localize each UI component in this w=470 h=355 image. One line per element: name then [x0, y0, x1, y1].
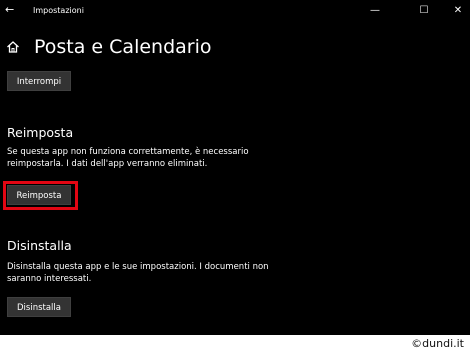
- watermark-credit: ©dundi.it: [411, 337, 464, 350]
- title-bar: ← Impostazioni — ☐ ✕: [0, 0, 470, 24]
- uninstall-button[interactable]: Disinstalla: [7, 297, 71, 317]
- reset-description-line2: reimpostarla. I dati dell'app verranno e…: [7, 159, 208, 169]
- page-title: Posta e Calendario: [34, 36, 212, 58]
- reset-description: Se questa app non funziona correttamente…: [7, 146, 292, 170]
- uninstall-description-line2: saranno interessati.: [7, 274, 92, 284]
- uninstall-description: Disinstalla questa app e le sue impostaz…: [7, 261, 292, 285]
- uninstall-heading: Disinstalla: [7, 238, 72, 253]
- reset-description-line1: Se questa app non funziona correttamente…: [7, 147, 249, 157]
- close-icon[interactable]: ✕: [446, 3, 470, 19]
- reset-heading: Reimposta: [7, 125, 74, 140]
- uninstall-description-line1: Disinstalla questa app e le sue impostaz…: [7, 262, 269, 272]
- window-title: Impostazioni: [33, 6, 84, 15]
- settings-window: ← Impostazioni — ☐ ✕ Posta e Calendario …: [0, 0, 470, 335]
- minimize-icon[interactable]: —: [363, 3, 387, 19]
- reset-button-highlight: [3, 181, 78, 210]
- terminate-button[interactable]: Interrompi: [7, 71, 71, 91]
- back-arrow-icon[interactable]: ←: [5, 4, 14, 16]
- maximize-icon[interactable]: ☐: [412, 3, 436, 19]
- home-icon[interactable]: [6, 40, 20, 54]
